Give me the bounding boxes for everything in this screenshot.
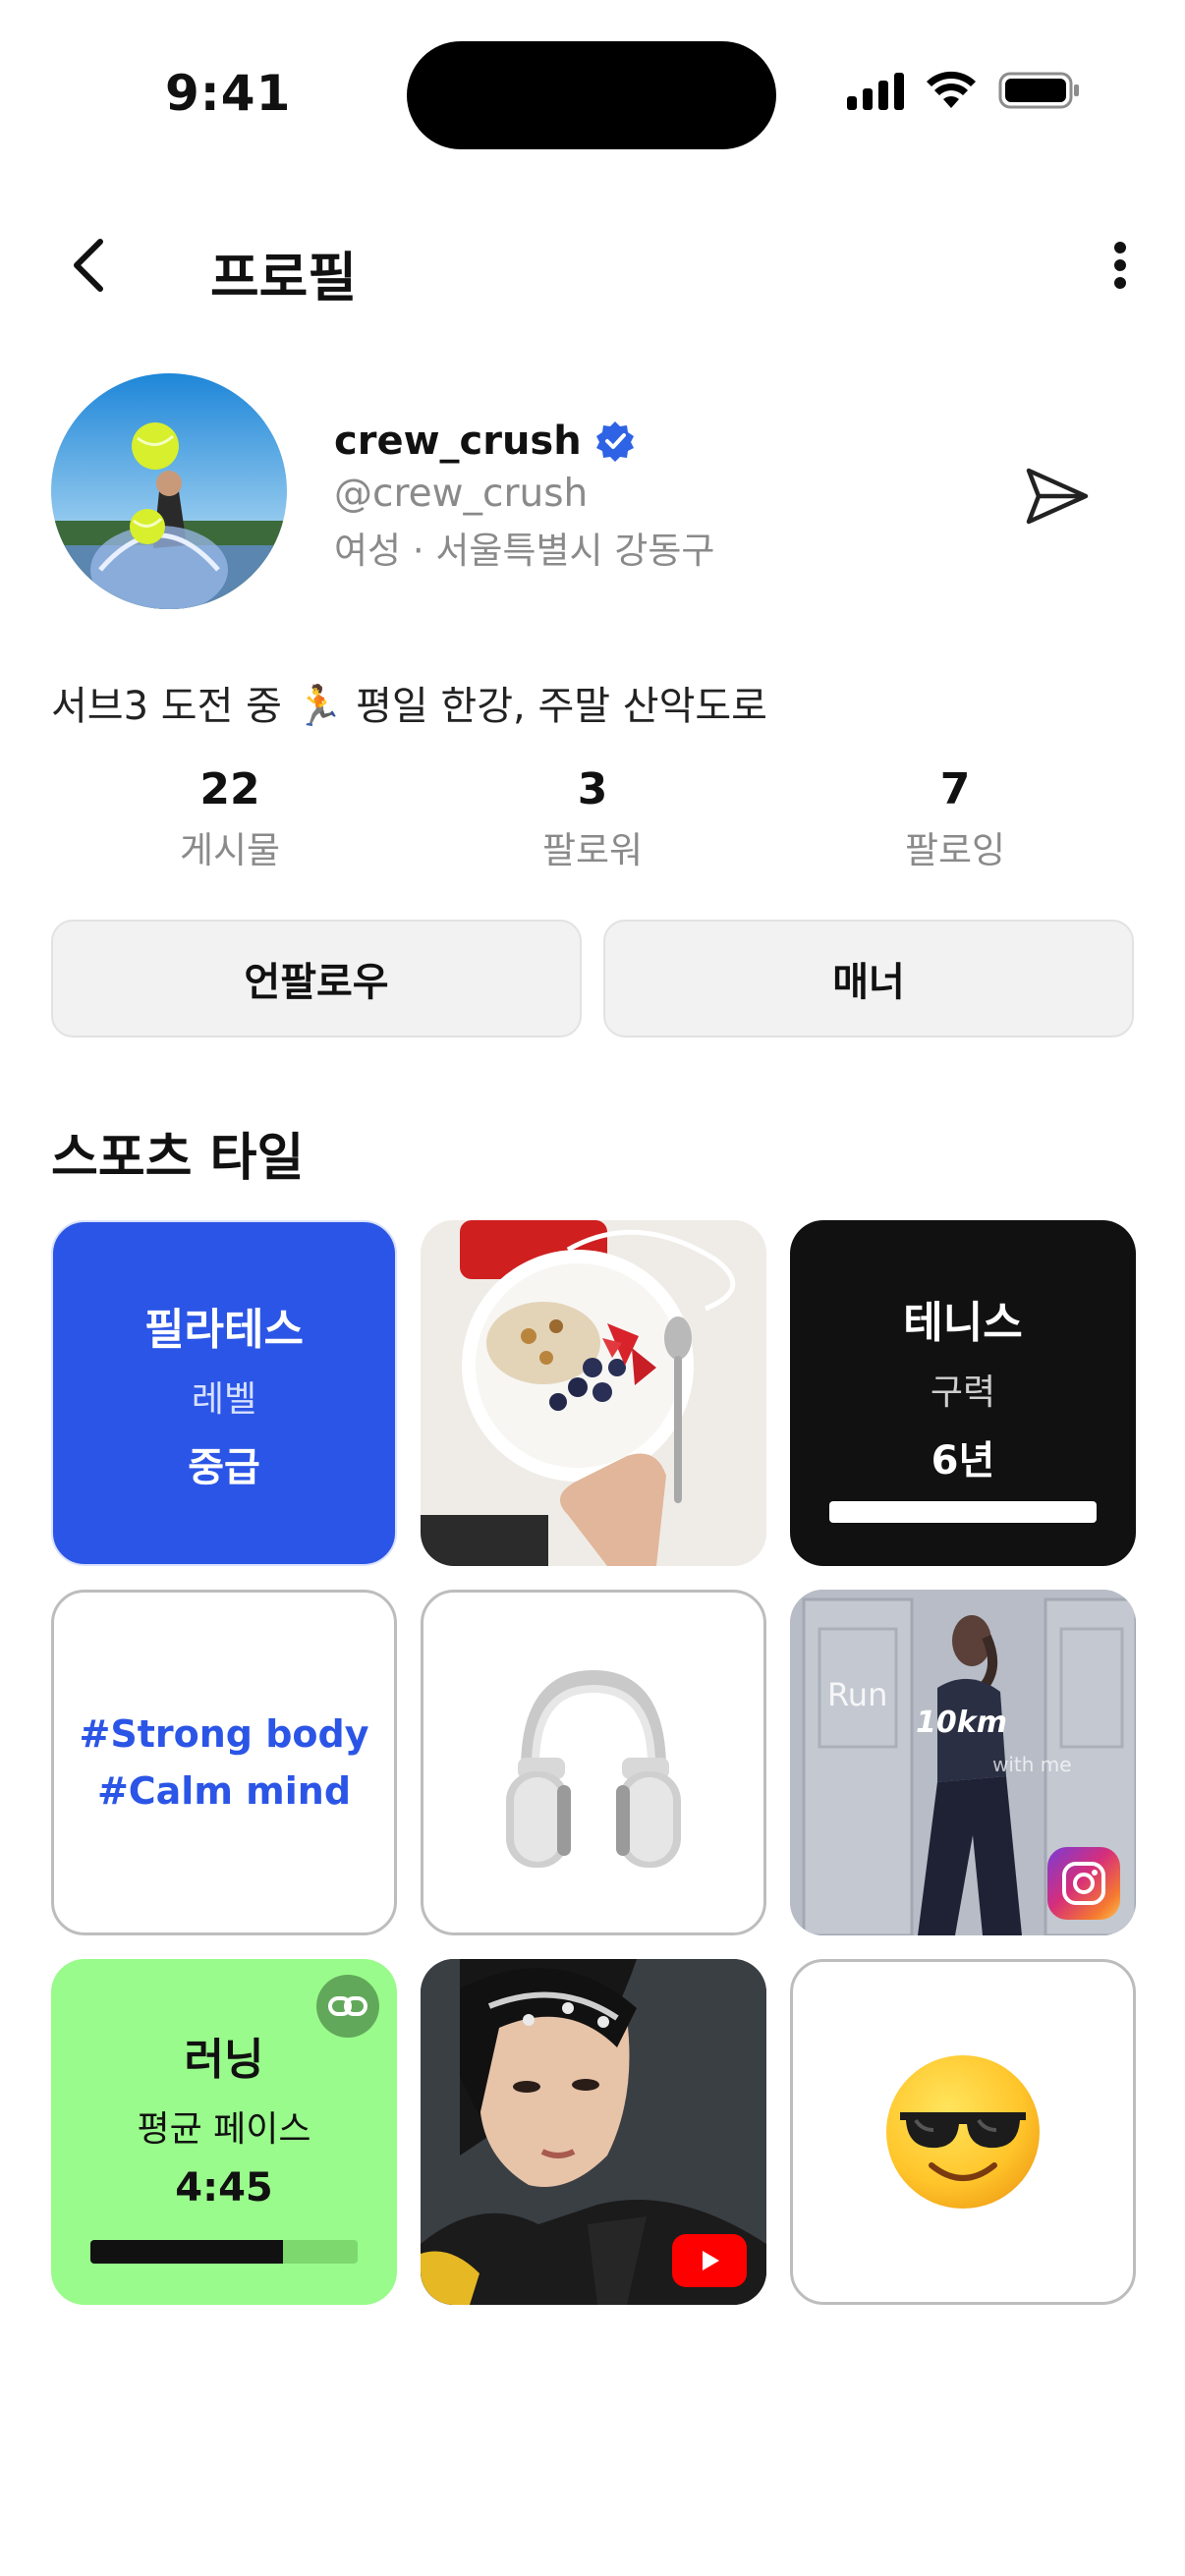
battery-icon bbox=[998, 72, 1079, 109]
headphones-icon bbox=[506, 1669, 681, 1868]
verified-badge-icon bbox=[595, 421, 634, 462]
username-row: crew_crush bbox=[334, 419, 637, 464]
reel-text-distance: 10km bbox=[916, 1706, 1007, 1740]
stat-label: 팔로잉 bbox=[904, 829, 1006, 871]
back-arrow-icon bbox=[74, 239, 103, 292]
reel-text-run: Run bbox=[827, 1676, 888, 1713]
tile-tennis[interactable]: 테니스 구력 6년 bbox=[790, 1220, 1136, 1566]
hashtag-line: #Calm mind bbox=[96, 1769, 352, 1813]
dynamic-island bbox=[407, 41, 776, 149]
user-meta: 여성 · 서울특별시 강동구 bbox=[334, 530, 715, 572]
tile-pilates[interactable]: 필라테스 레벨 중급 bbox=[51, 1220, 397, 1566]
running-progress-bar bbox=[90, 2240, 358, 2264]
stat-value: 7 bbox=[939, 764, 971, 814]
tile-youtube-video[interactable] bbox=[421, 1959, 766, 2305]
sunglasses-emoji-icon bbox=[793, 1962, 1133, 2302]
avatar[interactable] bbox=[51, 373, 287, 609]
tile-value: 6년 bbox=[931, 1438, 995, 1484]
cellular-signal-icon bbox=[847, 71, 904, 110]
stat-following[interactable]: 7 팔로잉 bbox=[837, 764, 1073, 873]
section-title-sports-tiles: 스포츠 타일 bbox=[51, 1129, 305, 1188]
tile-sport: 필라테스 bbox=[144, 1305, 304, 1355]
tile-instagram-reel[interactable]: Run 10km with me bbox=[790, 1590, 1136, 1935]
tile-photo-food[interactable] bbox=[421, 1220, 766, 1566]
top-nav: 프로필 bbox=[0, 216, 1185, 314]
page-title: 프로필 bbox=[210, 247, 358, 308]
running-progress-fill bbox=[90, 2240, 283, 2264]
status-bar: 9:41 bbox=[0, 0, 1185, 187]
link-icon[interactable] bbox=[316, 1975, 379, 2038]
tile-emoji[interactable] bbox=[790, 1959, 1136, 2305]
unfollow-button[interactable]: 언팔로우 bbox=[51, 920, 582, 1037]
instagram-icon bbox=[1047, 1847, 1120, 1920]
tile-sport: 러닝 bbox=[184, 2035, 264, 2085]
bio-text: 서브3 도전 중 🏃 평일 한강, 주말 산악도로 bbox=[51, 684, 767, 729]
tile-hashtags[interactable]: #Strong body #Calm mind bbox=[51, 1590, 397, 1935]
tile-value: 4:45 bbox=[175, 2165, 273, 2211]
tile-headphones[interactable] bbox=[421, 1590, 766, 1935]
stat-label: 팔로워 bbox=[541, 829, 644, 871]
avatar-photo-tennis bbox=[51, 373, 287, 609]
user-handle: @crew_crush bbox=[334, 472, 589, 516]
tile-label: 평균 페이스 bbox=[137, 2109, 311, 2150]
more-vertical-icon bbox=[1114, 242, 1126, 289]
stat-followers[interactable]: 3 팔로워 bbox=[475, 764, 710, 873]
stat-label: 게시물 bbox=[179, 829, 281, 871]
status-time: 9:41 bbox=[165, 65, 292, 122]
stat-value: 22 bbox=[199, 764, 260, 814]
tile-value: 중급 bbox=[188, 1445, 260, 1490]
stat-value: 3 bbox=[577, 764, 608, 814]
status-icons bbox=[847, 71, 1081, 110]
back-button[interactable] bbox=[49, 226, 128, 305]
username: crew_crush bbox=[334, 419, 582, 464]
wifi-icon bbox=[927, 71, 976, 108]
hashtag-line: #Strong body bbox=[79, 1712, 369, 1756]
tile-label: 구력 bbox=[930, 1372, 996, 1413]
youtube-icon bbox=[672, 2234, 747, 2287]
send-icon bbox=[1026, 468, 1089, 525]
food-bowl-photo bbox=[421, 1220, 766, 1566]
send-message-button[interactable] bbox=[1012, 452, 1100, 540]
reel-text-with-me: with me bbox=[992, 1753, 1072, 1776]
tile-sport: 테니스 bbox=[903, 1298, 1023, 1348]
tile-running[interactable]: 러닝 평균 페이스 4:45 bbox=[51, 1959, 397, 2305]
tennis-progress-fill bbox=[829, 1501, 1097, 1523]
tile-label: 레벨 bbox=[191, 1379, 257, 1420]
tennis-progress-bar bbox=[829, 1501, 1097, 1523]
manner-button[interactable]: 매너 bbox=[603, 920, 1134, 1037]
stat-posts[interactable]: 22 게시물 bbox=[112, 764, 348, 873]
more-options-button[interactable] bbox=[1091, 226, 1150, 305]
